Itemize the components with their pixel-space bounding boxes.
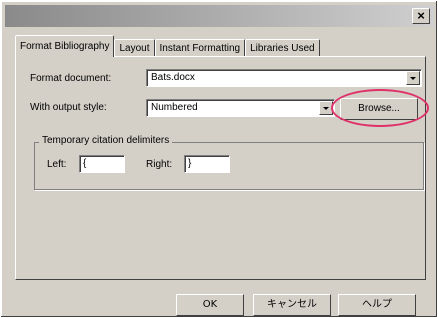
output-style-label: With output style: [30,102,107,113]
tab-libraries-used[interactable]: Libraries Used [245,39,320,57]
cancel-button[interactable]: キャンセル [253,294,331,316]
tab-layout[interactable]: Layout [114,39,155,57]
output-style-dropdown[interactable]: Numbered [146,99,335,117]
title-bar[interactable]: × [5,5,434,27]
close-button[interactable]: × [412,8,430,24]
right-delimiter-label: Right: [146,159,173,170]
format-document-dropdown[interactable]: Bats.docx [146,69,422,87]
delimiters-group-title: Temporary citation delimiters [39,135,173,146]
help-button[interactable]: ヘルプ [338,294,416,316]
tab-instant-formatting[interactable]: Instant Formatting [154,39,246,57]
tab-strip: Format Bibliography Layout Instant Forma… [15,35,320,57]
chevron-down-icon[interactable] [406,71,420,85]
browse-button[interactable]: Browse... [340,98,418,120]
format-document-value: Bats.docx [151,72,195,83]
right-delimiter-input[interactable]: } [184,155,230,173]
ok-button[interactable]: OK [176,294,244,316]
format-document-label: Format document: [30,73,112,84]
format-bibliography-dialog: × Format Bibliography Layout Instant For… [0,0,438,318]
left-delimiter-label: Left: [47,159,67,170]
output-style-value: Numbered [151,102,198,113]
close-icon: × [417,8,425,23]
tab-format-bibliography[interactable]: Format Bibliography [15,35,115,57]
left-delimiter-input[interactable]: { [79,155,125,173]
chevron-down-icon[interactable] [319,101,333,115]
